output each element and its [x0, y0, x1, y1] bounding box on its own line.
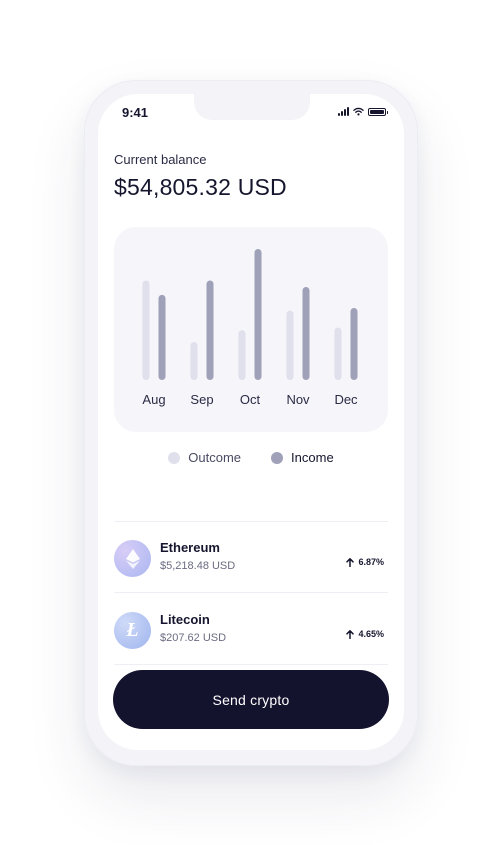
- divider: [114, 521, 388, 522]
- arrow-up-icon: [346, 629, 355, 639]
- chart-card: Aug Sep Oct Nov Dec: [114, 227, 388, 432]
- legend-item-outcome[interactable]: Outcome: [168, 450, 241, 465]
- x-tick-label: Sep: [190, 392, 213, 407]
- x-tick-label: Nov: [286, 392, 310, 407]
- bar-income-sep: [206, 280, 214, 380]
- bar-outcome-oct: [238, 330, 246, 380]
- arrow-up-icon: [346, 557, 355, 567]
- signal-icon: [338, 107, 349, 116]
- status-time: 9:41: [122, 105, 149, 120]
- bar-outcome-nov: [286, 310, 294, 380]
- divider: [114, 592, 388, 593]
- x-tick-label: Aug: [142, 392, 165, 407]
- coin-change-value: 6.87%: [358, 557, 384, 567]
- bar-income-aug: [158, 294, 166, 380]
- bar-chart: Aug Sep Oct Nov Dec: [142, 249, 358, 407]
- legend-dot-income: [271, 451, 284, 464]
- coin-change: 4.65%: [346, 629, 384, 639]
- status-icons: [338, 107, 388, 116]
- send-crypto-button[interactable]: Send crypto: [113, 670, 389, 729]
- coin-value: $207.62 USD: [160, 632, 227, 644]
- legend-dot-outcome: [168, 451, 181, 464]
- x-tick-label: Dec: [334, 392, 358, 407]
- legend-item-income[interactable]: Income: [271, 450, 334, 465]
- notch: [194, 94, 310, 120]
- coin-name: Ethereum: [160, 540, 220, 555]
- coin-row-ethereum[interactable]: Ethereum $5,218.48 USD 6.87%: [114, 533, 388, 589]
- bar-outcome-dec: [334, 327, 342, 380]
- legend-label-income: Income: [291, 450, 334, 465]
- coin-change: 6.87%: [346, 557, 384, 567]
- balance-label: Current balance: [114, 152, 207, 167]
- coin-value: $5,218.48 USD: [160, 560, 236, 572]
- balance-value: $54,805.32 USD: [114, 174, 287, 200]
- ethereum-icon: [114, 540, 151, 577]
- x-tick-label: Oct: [240, 392, 261, 407]
- bar-income-nov: [302, 286, 310, 380]
- wifi-icon: [353, 107, 364, 116]
- coin-row-litecoin[interactable]: Ł Litecoin $207.62 USD 4.65%: [114, 605, 388, 661]
- coin-name: Litecoin: [160, 612, 210, 627]
- litecoin-icon: Ł: [114, 612, 151, 649]
- bar-outcome-sep: [190, 342, 198, 380]
- legend-label-outcome: Outcome: [188, 450, 242, 465]
- bar-income-dec: [350, 307, 358, 380]
- chart-legend: Outcome Income: [98, 450, 404, 465]
- bar-outcome-aug: [142, 280, 150, 380]
- divider: [114, 664, 388, 665]
- bar-income-oct: [254, 249, 262, 380]
- coin-change-value: 4.65%: [358, 629, 384, 639]
- battery-icon: [368, 107, 388, 116]
- phone-screen: 9:41 Current balance $54,805.32 USD Aug S…: [98, 94, 404, 750]
